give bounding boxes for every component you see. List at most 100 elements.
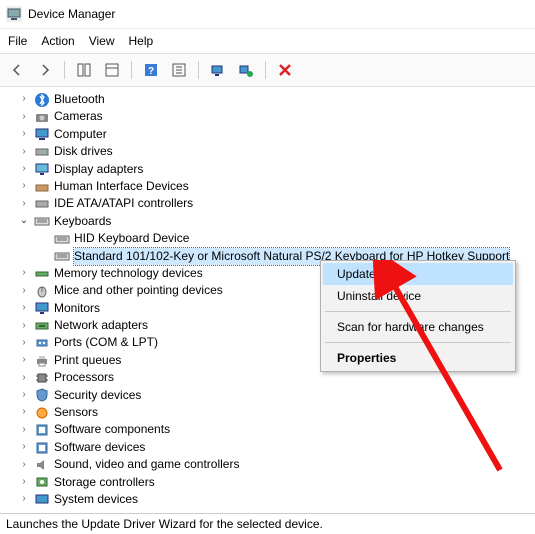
context-sep [325,342,511,343]
tree-label: Disk drives [54,143,113,160]
context-properties[interactable]: Properties [323,347,513,369]
expand-arrow[interactable]: › [18,127,30,142]
titlebar: Device Manager [0,0,535,29]
tree-label: Processors [54,369,114,386]
svg-text:?: ? [148,66,154,77]
expand-arrow[interactable]: › [18,440,30,455]
menu-file[interactable]: File [8,34,27,48]
tree-label: Human Interface Devices [54,178,189,195]
toolbar: ? [0,53,535,87]
system-icon [34,492,50,508]
tree-node-storage[interactable]: › Storage controllers [4,474,535,491]
tree-node-hid[interactable]: › Human Interface Devices [4,178,535,195]
storage-icon [34,474,50,490]
expand-arrow[interactable]: › [18,110,30,125]
menu-view[interactable]: View [89,34,115,48]
collapse-arrow[interactable]: ⌄ [18,214,30,229]
expand-arrow[interactable]: › [18,179,30,194]
tree-node-computer[interactable]: › Computer [4,126,535,143]
software-icon [34,440,50,456]
app-icon [6,6,22,22]
window-title: Device Manager [28,7,115,21]
update-driver-button[interactable] [207,60,229,80]
hid-icon [34,179,50,195]
back-button[interactable] [6,60,28,80]
toolbar-sep [64,61,65,79]
expand-arrow[interactable]: › [18,458,30,473]
properties-button[interactable] [101,60,123,80]
sound-icon [34,457,50,473]
toolbar-sep2 [131,61,132,79]
expand-arrow[interactable]: › [18,266,30,281]
uninstall-button[interactable] [274,60,296,80]
expand-arrow[interactable]: › [18,162,30,177]
context-scan[interactable]: Scan for hardware changes [323,316,513,338]
expand-arrow[interactable]: › [18,145,30,160]
help-button[interactable]: ? [140,60,162,80]
expand-arrow[interactable]: › [18,423,30,438]
tree-label: Print queues [54,352,121,369]
monitor-icon [34,300,50,316]
tree-label: Cameras [54,108,103,125]
tree-node-bluetooth[interactable]: › Bluetooth [4,91,535,108]
expand-arrow[interactable]: › [18,388,30,403]
expand-arrow[interactable]: › [18,336,30,351]
tree-label: Mice and other pointing devices [54,282,223,299]
context-uninstall[interactable]: Uninstall device [323,285,513,307]
scan-hardware-button[interactable] [235,60,257,80]
tree-label: Monitors [54,300,100,317]
computer-icon [34,126,50,142]
expand-arrow[interactable]: › [18,301,30,316]
tree-node-system[interactable]: › System devices [4,491,535,508]
tree-label: Sound, video and game controllers [54,456,239,473]
computer-node-button[interactable] [168,60,190,80]
expand-arrow[interactable]: › [18,319,30,334]
expand-arrow[interactable]: › [18,92,30,107]
tree-label: Software devices [54,439,145,456]
expand-arrow[interactable]: › [18,371,30,386]
tree-node-sound[interactable]: › Sound, video and game controllers [4,456,535,473]
tree-node-display[interactable]: › Display adapters [4,161,535,178]
context-sep [325,311,511,312]
tree-label: System devices [54,491,138,508]
toolbar-sep4 [265,61,266,79]
tree-label: Ports (COM & LPT) [54,334,158,351]
expand-arrow[interactable]: › [18,405,30,420]
menu-help[interactable]: Help [129,34,154,48]
expand-arrow[interactable]: › [18,284,30,299]
tree-node-hid-keyboard[interactable]: HID Keyboard Device [4,230,535,247]
keyboard-icon [54,231,70,247]
tree-node-ide[interactable]: › IDE ATA/ATAPI controllers [4,195,535,212]
ide-icon [34,196,50,212]
sensor-icon [34,405,50,421]
tree-node-disk[interactable]: › Disk drives [4,143,535,160]
menubar: File Action View Help [0,29,535,53]
mouse-icon [34,283,50,299]
tree-node-security[interactable]: › Security devices [4,387,535,404]
context-update-driver[interactable]: Update driver [323,263,513,285]
show-hide-tree-button[interactable] [73,60,95,80]
display-icon [34,161,50,177]
tree-label: Display adapters [54,161,143,178]
tree-node-cameras[interactable]: › Cameras [4,108,535,125]
forward-button[interactable] [34,60,56,80]
menu-action[interactable]: Action [41,34,74,48]
keyboard-icon [54,248,70,264]
expand-arrow[interactable]: › [18,492,30,507]
bluetooth-icon [34,92,50,108]
tree-node-swdev[interactable]: › Software devices [4,439,535,456]
status-bar: Launches the Update Driver Wizard for th… [0,513,535,534]
expand-arrow[interactable]: › [18,475,30,490]
tree-label: IDE ATA/ATAPI controllers [54,195,193,212]
expand-arrow[interactable]: › [18,197,30,212]
tree-label: Bluetooth [54,91,105,108]
tree-node-swcomp[interactable]: › Software components [4,421,535,438]
tree-node-keyboards[interactable]: ⌄ Keyboards [4,213,535,230]
cpu-icon [34,370,50,386]
memory-icon [34,266,50,282]
tree-label: Computer [54,126,107,143]
tree-node-sensors[interactable]: › Sensors [4,404,535,421]
tree-label: Software components [54,421,170,438]
expand-arrow[interactable]: › [18,353,30,368]
tree-label: Storage controllers [54,474,155,491]
